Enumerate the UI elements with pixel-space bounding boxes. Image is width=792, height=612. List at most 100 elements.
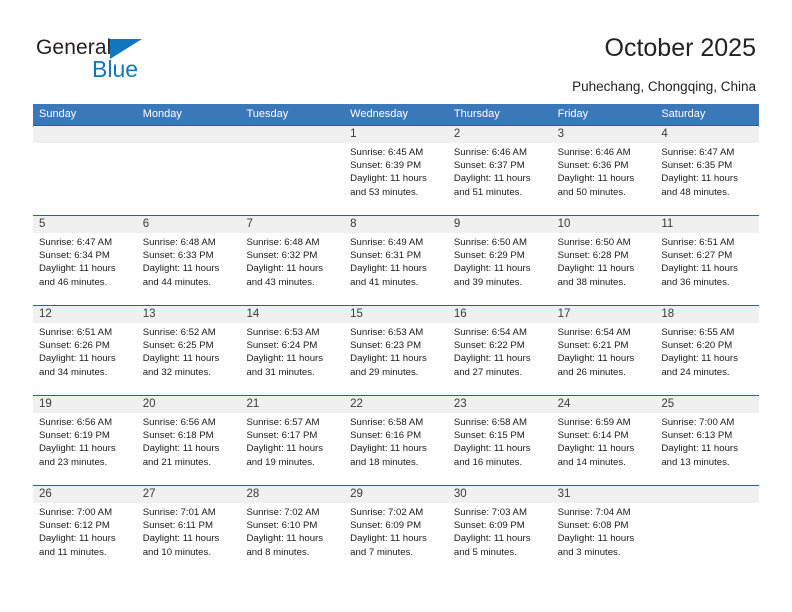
day-cell[interactable]: 3 Sunrise: 6:46 AM Sunset: 6:36 PM Dayli… [551, 126, 656, 215]
calendar-grid: Sunday Monday Tuesday Wednesday Thursday… [33, 104, 760, 575]
sunrise-text: Sunrise: 6:58 AM [453, 417, 527, 428]
day-cell[interactable]: 17 Sunrise: 6:54 AM Sunset: 6:21 PM Dayl… [551, 306, 656, 395]
daylight-text-line1: Daylight: 11 hours [142, 263, 220, 275]
day-number: 22 [344, 396, 448, 413]
sunrise-text: Sunrise: 7:03 AM [453, 507, 527, 518]
daylight-text-line2: and 41 minutes. [350, 276, 419, 288]
daylight-text-line1: Daylight: 11 hours [661, 353, 738, 365]
daylight-text-line1: Daylight: 11 hours [142, 533, 220, 545]
general-blue-logo[interactable]: General Blue [36, 36, 216, 84]
day-cell[interactable]: 9 Sunrise: 6:50 AM Sunset: 6:29 PM Dayli… [447, 216, 552, 305]
day-cell[interactable]: 31 Sunrise: 7:04 AM Sunset: 6:08 PM Dayl… [551, 486, 656, 575]
daylight-text-line1: Daylight: 11 hours [453, 353, 531, 365]
day-number: 16 [447, 306, 552, 323]
day-details: Sunrise: 6:55 AM Sunset: 6:20 PM Dayligh… [655, 323, 759, 379]
day-cell[interactable]: 22 Sunrise: 6:58 AM Sunset: 6:16 PM Dayl… [344, 396, 448, 485]
day-cell[interactable]: 5 Sunrise: 6:47 AM Sunset: 6:34 PM Dayli… [33, 216, 137, 305]
sunrise-text: Sunrise: 6:58 AM [350, 417, 424, 428]
day-cell[interactable]: 20 Sunrise: 6:56 AM Sunset: 6:18 PM Dayl… [136, 396, 241, 485]
daylight-text-line1: Daylight: 11 hours [246, 533, 324, 545]
day-cell[interactable]: 26 Sunrise: 7:00 AM Sunset: 6:12 PM Dayl… [33, 486, 137, 575]
daylight-text-line1: Daylight: 11 hours [350, 263, 427, 275]
daylight-text-line2: and 23 minutes. [39, 456, 108, 468]
sunrise-text: Sunrise: 6:50 AM [453, 237, 527, 248]
sunset-text: Sunset: 6:29 PM [453, 250, 525, 262]
sunset-text: Sunset: 6:20 PM [661, 340, 733, 352]
day-cell[interactable]: 6 Sunrise: 6:48 AM Sunset: 6:33 PM Dayli… [136, 216, 241, 305]
day-cell[interactable]: 7 Sunrise: 6:48 AM Sunset: 6:32 PM Dayli… [240, 216, 345, 305]
day-cell[interactable]: 15 Sunrise: 6:53 AM Sunset: 6:23 PM Dayl… [344, 306, 448, 395]
sunrise-text: Sunrise: 6:56 AM [142, 417, 216, 428]
day-number: 4 [655, 126, 760, 143]
day-cell[interactable]: 13 Sunrise: 6:52 AM Sunset: 6:25 PM Dayl… [136, 306, 241, 395]
sunrise-text: Sunrise: 6:54 AM [557, 327, 631, 338]
daylight-text-line2: and 44 minutes. [142, 276, 211, 288]
day-details: Sunrise: 6:50 AM Sunset: 6:28 PM Dayligh… [552, 233, 656, 289]
sunset-text: Sunset: 6:09 PM [350, 520, 422, 532]
day-details: Sunrise: 6:48 AM Sunset: 6:32 PM Dayligh… [240, 233, 344, 289]
sunset-text: Sunset: 6:10 PM [246, 520, 318, 532]
day-details: Sunrise: 6:54 AM Sunset: 6:22 PM Dayligh… [448, 323, 552, 379]
day-number: 1 [344, 126, 448, 143]
sunrise-text: Sunrise: 6:46 AM [453, 147, 527, 158]
day-number: 15 [344, 306, 448, 323]
sunrise-text: Sunrise: 6:52 AM [142, 327, 216, 338]
day-cell[interactable]: 1 Sunrise: 6:45 AM Sunset: 6:39 PM Dayli… [344, 126, 448, 215]
day-cell[interactable]: 16 Sunrise: 6:54 AM Sunset: 6:22 PM Dayl… [447, 306, 552, 395]
day-cell[interactable]: 4 Sunrise: 6:47 AM Sunset: 6:35 PM Dayli… [655, 126, 760, 215]
daylight-text-line2: and 50 minutes. [557, 186, 626, 198]
day-cell[interactable]: 23 Sunrise: 6:58 AM Sunset: 6:15 PM Dayl… [447, 396, 552, 485]
day-number [136, 126, 241, 143]
day-number: 5 [33, 216, 137, 233]
day-cell[interactable]: 18 Sunrise: 6:55 AM Sunset: 6:20 PM Dayl… [655, 306, 760, 395]
calendar-week-row: 12 Sunrise: 6:51 AM Sunset: 6:26 PM Dayl… [33, 305, 760, 395]
day-cell[interactable]: 29 Sunrise: 7:02 AM Sunset: 6:09 PM Dayl… [344, 486, 448, 575]
daylight-text-line1: Daylight: 11 hours [453, 533, 531, 545]
sunset-text: Sunset: 6:08 PM [557, 520, 629, 532]
day-number: 31 [551, 486, 656, 503]
day-details: Sunrise: 6:45 AM Sunset: 6:39 PM Dayligh… [344, 143, 448, 199]
day-cell[interactable]: 25 Sunrise: 7:00 AM Sunset: 6:13 PM Dayl… [655, 396, 760, 485]
sunrise-text: Sunrise: 6:57 AM [246, 417, 320, 428]
daylight-text-line2: and 29 minutes. [350, 366, 419, 378]
day-cell[interactable]: 27 Sunrise: 7:01 AM Sunset: 6:11 PM Dayl… [136, 486, 241, 575]
sunrise-text: Sunrise: 7:00 AM [661, 417, 735, 428]
day-details: Sunrise: 6:57 AM Sunset: 6:17 PM Dayligh… [240, 413, 344, 469]
logo-text-blue: Blue [92, 56, 139, 82]
day-cell[interactable]: 2 Sunrise: 6:46 AM Sunset: 6:37 PM Dayli… [447, 126, 552, 215]
calendar-page: General Blue October 2025 Puhechang, Cho… [0, 0, 792, 612]
day-cell[interactable]: 14 Sunrise: 6:53 AM Sunset: 6:24 PM Dayl… [240, 306, 345, 395]
day-details: Sunrise: 6:46 AM Sunset: 6:37 PM Dayligh… [448, 143, 552, 199]
day-cell[interactable]: 24 Sunrise: 6:59 AM Sunset: 6:14 PM Dayl… [551, 396, 656, 485]
day-cell[interactable]: 8 Sunrise: 6:49 AM Sunset: 6:31 PM Dayli… [344, 216, 448, 305]
day-cell[interactable]: 30 Sunrise: 7:03 AM Sunset: 6:09 PM Dayl… [447, 486, 552, 575]
daylight-text-line1: Daylight: 11 hours [142, 443, 220, 455]
daylight-text-line1: Daylight: 11 hours [557, 173, 635, 185]
sunset-text: Sunset: 6:26 PM [39, 340, 110, 352]
sunrise-text: Sunrise: 6:46 AM [557, 147, 631, 158]
day-cell[interactable]: 19 Sunrise: 6:56 AM Sunset: 6:19 PM Dayl… [33, 396, 137, 485]
day-cell[interactable]: 21 Sunrise: 6:57 AM Sunset: 6:17 PM Dayl… [240, 396, 345, 485]
sunset-text: Sunset: 6:35 PM [661, 160, 733, 172]
day-cell[interactable]: 10 Sunrise: 6:50 AM Sunset: 6:28 PM Dayl… [551, 216, 656, 305]
day-cell[interactable] [655, 486, 760, 575]
sunset-text: Sunset: 6:33 PM [142, 250, 214, 262]
day-cell[interactable]: 11 Sunrise: 6:51 AM Sunset: 6:27 PM Dayl… [655, 216, 760, 305]
sunrise-text: Sunrise: 6:48 AM [142, 237, 216, 248]
day-cell[interactable] [33, 126, 137, 215]
page-header: General Blue October 2025 Puhechang, Cho… [0, 0, 792, 100]
sunrise-text: Sunrise: 6:59 AM [557, 417, 631, 428]
weekday-header-saturday: Saturday [661, 108, 706, 120]
day-cell[interactable]: 12 Sunrise: 6:51 AM Sunset: 6:26 PM Dayl… [33, 306, 137, 395]
daylight-text-line1: Daylight: 11 hours [557, 263, 635, 275]
day-cell[interactable]: 28 Sunrise: 7:02 AM Sunset: 6:10 PM Dayl… [240, 486, 345, 575]
day-details: Sunrise: 7:03 AM Sunset: 6:09 PM Dayligh… [448, 503, 552, 559]
day-details: Sunrise: 6:47 AM Sunset: 6:34 PM Dayligh… [33, 233, 137, 289]
day-cell[interactable] [136, 126, 241, 215]
sunrise-text: Sunrise: 6:56 AM [39, 417, 113, 428]
day-cell[interactable] [240, 126, 345, 215]
daylight-text-line1: Daylight: 11 hours [246, 353, 324, 365]
day-details: Sunrise: 6:53 AM Sunset: 6:23 PM Dayligh… [344, 323, 448, 379]
day-number: 17 [551, 306, 656, 323]
daylight-text-line2: and 36 minutes. [661, 276, 730, 288]
